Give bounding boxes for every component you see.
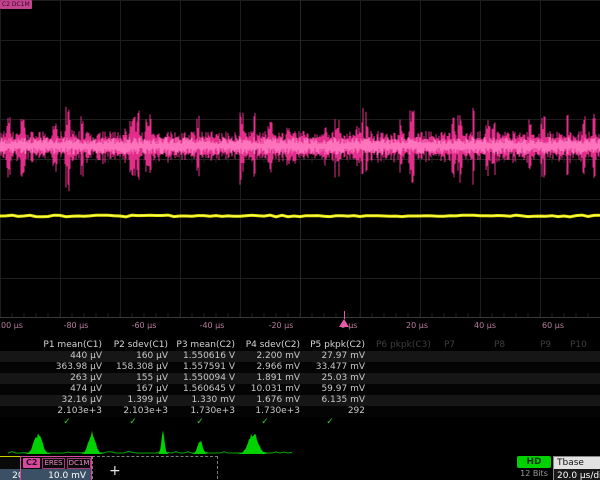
c2-scale-value: 10.0 mV (21, 469, 91, 480)
time-axis-label: -80 µs (64, 321, 89, 330)
status-check-icon: ✓ (326, 417, 334, 428)
measurement-row: 363.98 µV158.308 µV1.557591 V2.966 mV33.… (0, 362, 600, 373)
measurement-row: 32.16 µV1.399 µV1.330 mV1.676 mV6.135 mV (0, 395, 600, 406)
measurement-value: 292 (261, 406, 365, 417)
time-axis-label: -40 µs (200, 321, 225, 330)
time-axis-label: -20 µs (269, 321, 294, 330)
hd-bits-label: 12 Bits (517, 468, 551, 480)
status-check-icon: ✓ (129, 417, 137, 428)
trigger-marker-stem (344, 311, 345, 319)
measurement-row: 474 µV167 µV1.560645 V10.031 mV59.97 mV (0, 384, 600, 395)
time-axis-label: 20 µs (406, 321, 428, 330)
trace-annotation-badge[interactable]: C2 DC1M (0, 0, 32, 9)
measurement-header-disabled[interactable]: P8 (494, 340, 505, 351)
measurement-table: P1 mean(C1)P2 sdev(C1)P3 mean(C2)P4 sdev… (0, 340, 600, 428)
measurement-status-row: ✓ ✓ ✓ ✓ ✓ (0, 417, 600, 428)
oscilloscope-screen: C2 DC1M -100 µs-80 µs-60 µs-40 µs-20 µs0… (0, 0, 600, 480)
add-trace-button[interactable]: + (92, 456, 218, 480)
measurement-header-disabled[interactable]: P9 (540, 340, 551, 351)
time-axis-label: 40 µs (474, 321, 496, 330)
waveform-traces (0, 0, 600, 318)
timebase-descriptor-box[interactable]: Tbase 20.0 µs/div (553, 456, 600, 480)
c2-coupling-chip: DC1M (67, 458, 92, 469)
status-check-icon: ✓ (261, 417, 269, 428)
measurement-header-disabled[interactable]: P7 (444, 340, 455, 351)
measurement-header[interactable]: P5 pkpk(C2) (261, 340, 365, 351)
time-axis-label: 60 µs (542, 321, 564, 330)
measurement-histicons (0, 428, 600, 455)
time-axis-label: -60 µs (132, 321, 157, 330)
histicon-strip (0, 428, 600, 455)
time-axis: -100 µs-80 µs-60 µs-40 µs-20 µs0 µs20 µs… (0, 318, 600, 336)
measurement-value: 33.477 mV (261, 362, 365, 373)
measurement-value: 25.03 mV (261, 373, 365, 384)
waveform-display-area[interactable]: C2 DC1M (0, 0, 600, 318)
c2-eres-chip: ERES (42, 458, 64, 469)
tbase-value: 20.0 µs/div (554, 469, 600, 480)
measurement-header-row: P1 mean(C1)P2 sdev(C1)P3 mean(C2)P4 sdev… (0, 340, 600, 351)
status-check-icon: ✓ (63, 417, 71, 428)
measurement-value: 27.97 mV (261, 351, 365, 362)
measurement-row: 263 µV155 µV1.550094 V1.891 mV25.03 mV (0, 373, 600, 384)
measurement-row: 440 µV160 µV1.550616 V2.200 mV27.97 mV (0, 351, 600, 362)
measurement-value: 59.97 mV (261, 384, 365, 395)
trigger-position-marker-icon[interactable] (339, 319, 349, 327)
measurement-value: 6.135 mV (261, 395, 365, 406)
c2-channel-badge: C2 (23, 458, 40, 468)
tbase-label: Tbase (554, 457, 600, 469)
hd-mode-indicator[interactable]: HD 12 Bits (517, 456, 551, 480)
plus-icon: + (109, 463, 121, 479)
status-check-icon: ✓ (196, 417, 204, 428)
measurement-header-disabled[interactable]: P6 pkpk(C3) (376, 340, 431, 351)
c2-descriptor-box[interactable]: C2 ERES DC1M 10.0 mV (20, 456, 92, 480)
time-axis-label: -100 µs (0, 321, 23, 330)
measurement-header-disabled[interactable]: P10 (570, 340, 587, 351)
bottom-toolbar: DC1M 20.0 mV C2 ERES DC1M 10.0 mV + HD 1… (0, 455, 600, 480)
hd-badge: HD (517, 456, 551, 468)
measurement-row: 2.103e+32.103e+31.730e+31.730e+3292 (0, 406, 600, 417)
